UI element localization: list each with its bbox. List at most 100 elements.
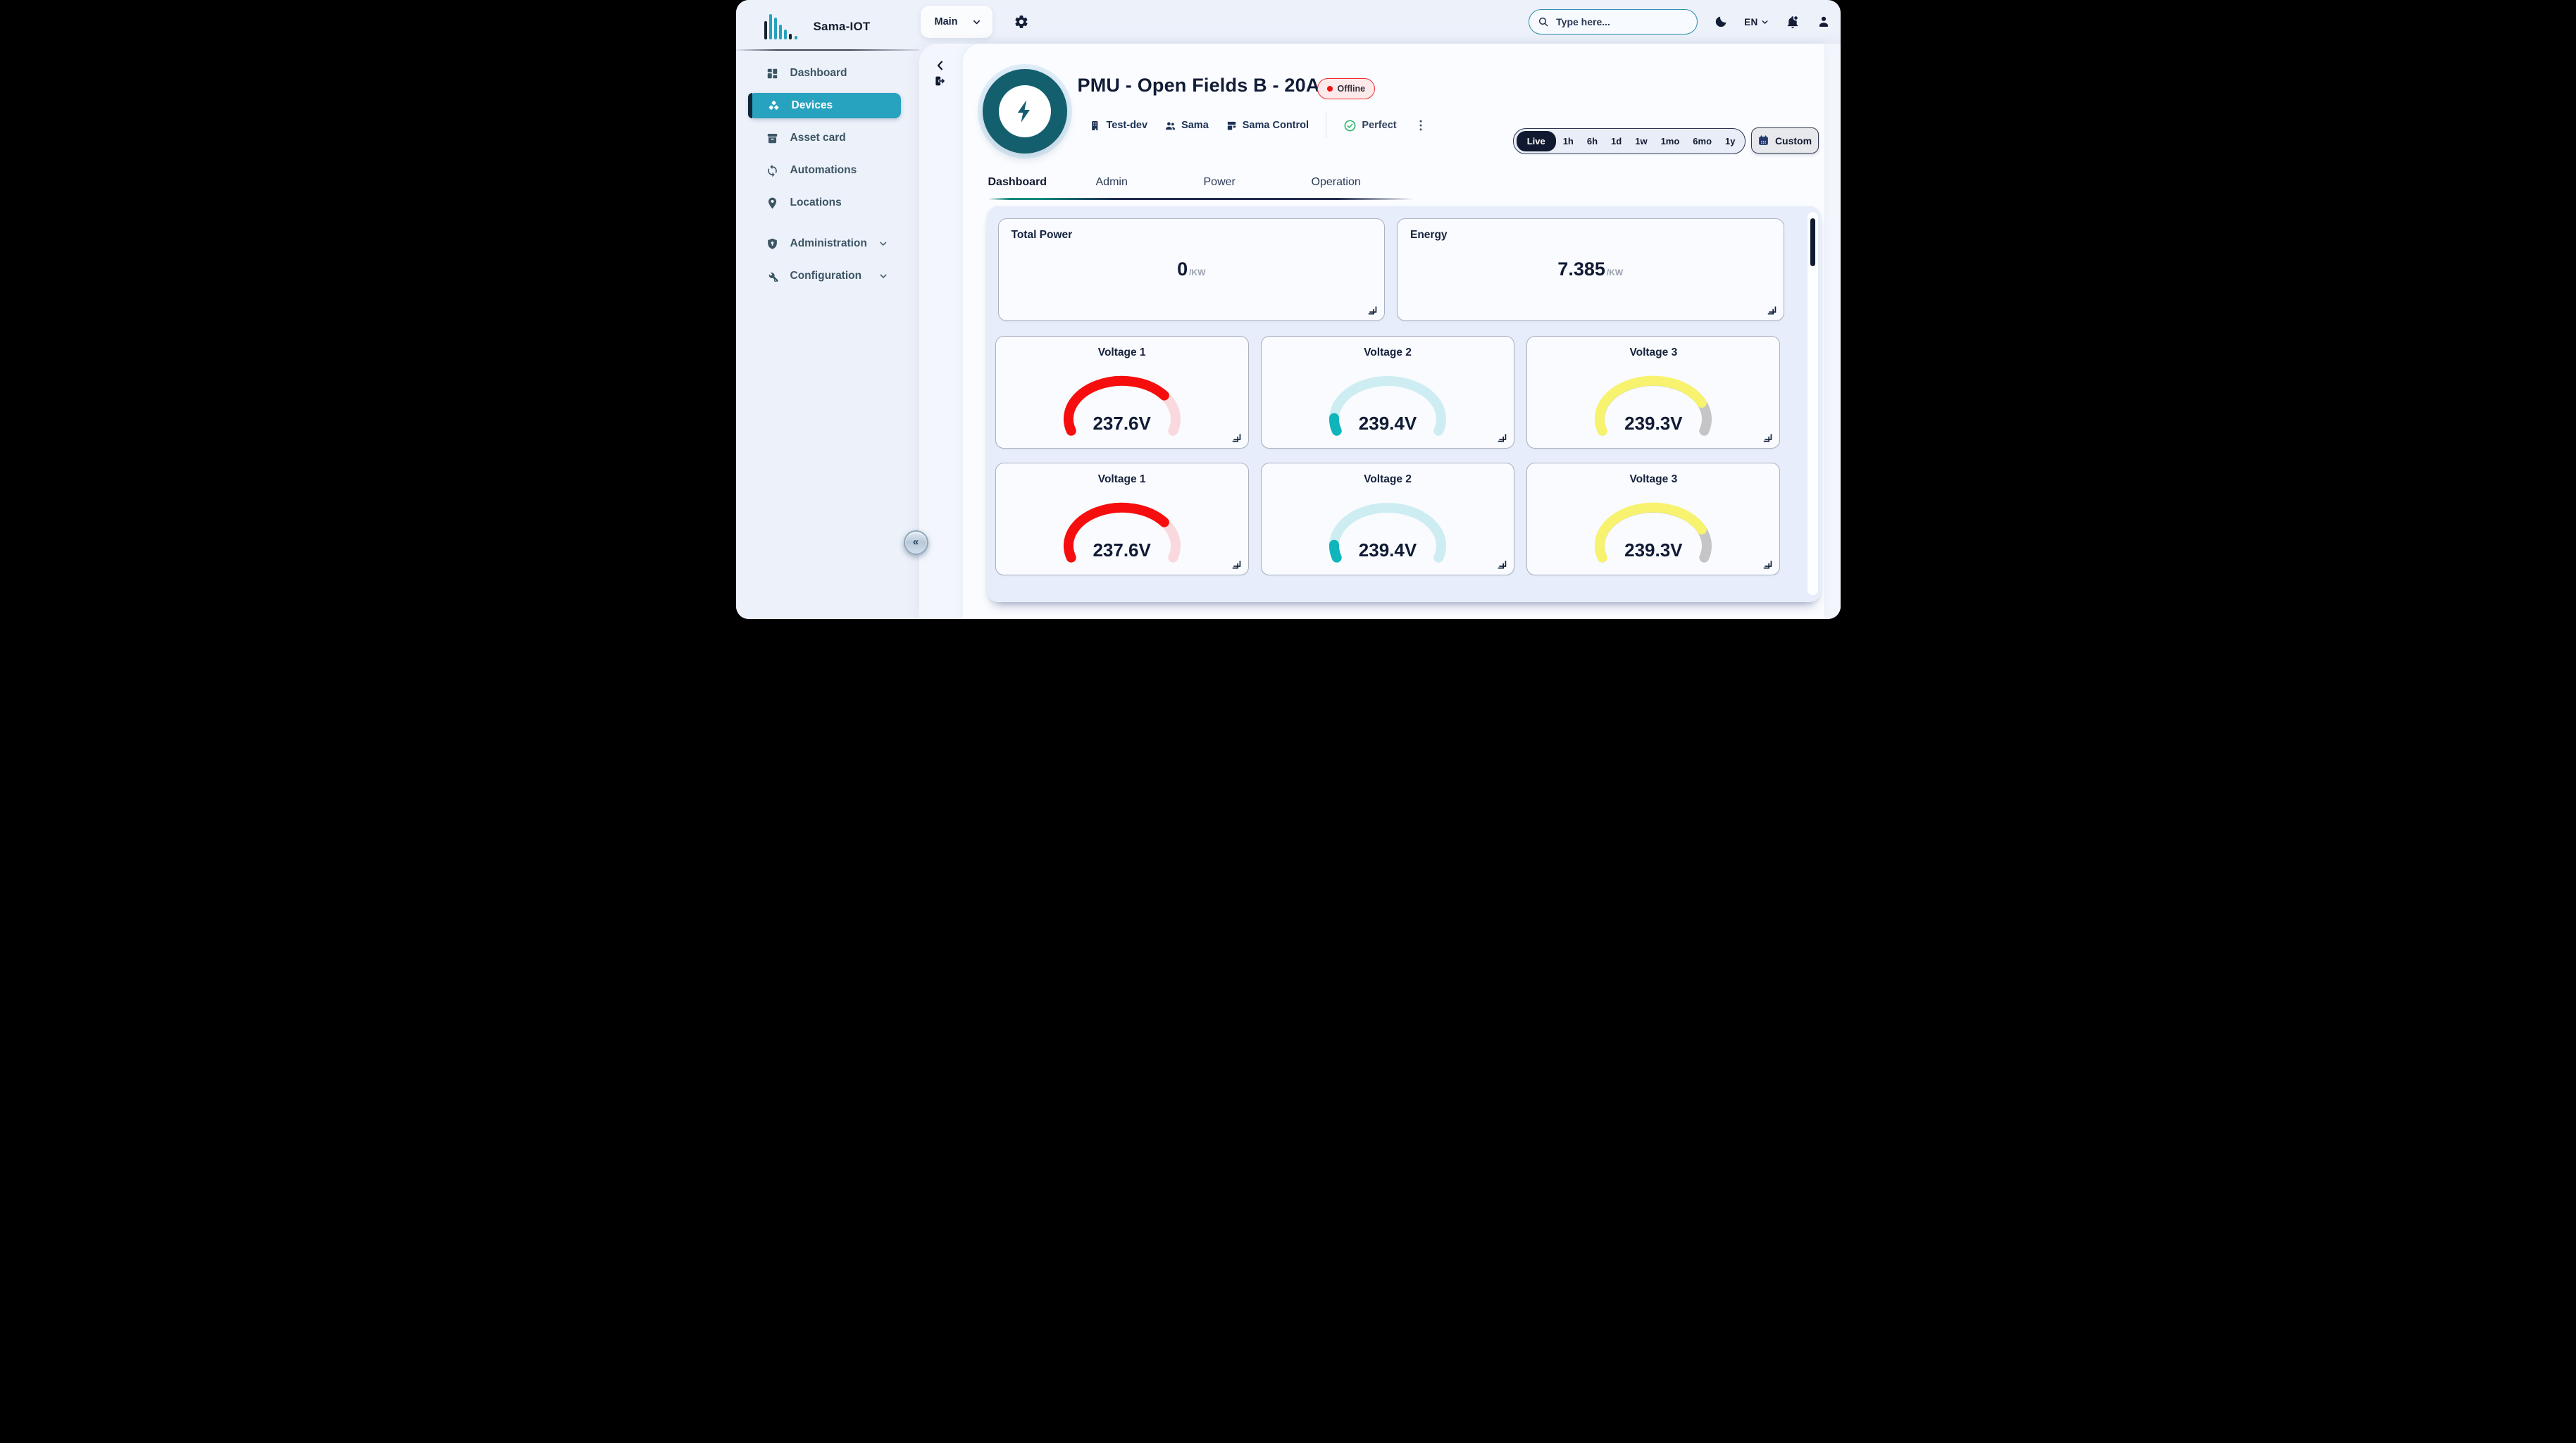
- card-title: Energy: [1410, 229, 1448, 242]
- gauge-value: 239.4V: [1262, 413, 1514, 435]
- sidebar-item-devices[interactable]: Devices: [749, 93, 901, 118]
- stat-value: 7.385/KW: [1398, 260, 1784, 279]
- gauge-card-voltage-1: Voltage 1237.6V: [995, 463, 1249, 575]
- sidebar-item-label: Administration: [790, 237, 867, 250]
- sidebar-item-label: Automations: [790, 164, 857, 177]
- configuration-icon: [766, 270, 779, 283]
- search-icon: [1538, 16, 1549, 27]
- corner-resize-icon[interactable]: [1498, 560, 1507, 569]
- device-meta-label: Sama: [1181, 120, 1209, 131]
- gauge-value: 237.6V: [996, 539, 1248, 561]
- device-meta-chip[interactable]: Sama: [1164, 120, 1209, 132]
- health-status: Perfect: [1343, 119, 1396, 132]
- gauge-card-voltage-2: Voltage 2239.4V: [1261, 463, 1514, 575]
- settings-gear-icon[interactable]: [1014, 14, 1029, 30]
- tab-admin[interactable]: Admin: [1096, 176, 1204, 189]
- sidebar-item-label: Asset card: [790, 132, 846, 144]
- workspace-dropdown[interactable]: Main: [921, 6, 993, 38]
- corner-resize-icon[interactable]: [1232, 433, 1241, 442]
- device-avatar: [983, 69, 1067, 154]
- devices-icon: [767, 99, 780, 113]
- corner-resize-icon[interactable]: [1767, 306, 1777, 315]
- sidebar-item-configuration[interactable]: Configuration: [736, 260, 919, 292]
- sidebar-item-label: Configuration: [790, 270, 862, 282]
- language-selector[interactable]: EN: [1744, 17, 1768, 27]
- corner-resize-icon[interactable]: [1763, 560, 1772, 569]
- gauge-card-voltage-3: Voltage 3 239.3V: [1526, 336, 1780, 449]
- building-icon: [1090, 120, 1102, 132]
- health-label: Perfect: [1362, 120, 1396, 131]
- time-range-1d[interactable]: 1d: [1605, 131, 1628, 151]
- kebab-menu-icon[interactable]: [1414, 118, 1428, 132]
- card-title: Total Power: [1012, 229, 1073, 242]
- logout-exit-icon[interactable]: [933, 75, 946, 87]
- sidebar-item-asset-card[interactable]: Asset card: [736, 122, 919, 154]
- corner-resize-icon[interactable]: [1498, 433, 1507, 442]
- device-meta-chip[interactable]: Sama Control: [1226, 120, 1309, 132]
- chevron-down-icon: [878, 271, 888, 281]
- sidebar-item-label: Devices: [792, 99, 833, 112]
- sidebar-item-administration[interactable]: Administration: [736, 227, 919, 260]
- tab-operation[interactable]: Operation: [1312, 176, 1419, 189]
- gauge-row: Voltage 1 237.6V Voltage 2 239.4V Voltage 3 2…: [995, 336, 1781, 449]
- gauge-row: Voltage 1237.6VVoltage 2239.4VVoltage 32…: [995, 463, 1781, 575]
- chevron-down-icon: [878, 239, 888, 249]
- gauge-card-voltage-3: Voltage 3239.3V: [1526, 463, 1780, 575]
- custom-range-button[interactable]: Custom: [1751, 127, 1819, 154]
- stat-card-energy: Energy 7.385/KW: [1397, 218, 1784, 321]
- time-range-1y[interactable]: 1y: [1719, 131, 1741, 151]
- search-input[interactable]: [1555, 15, 1688, 28]
- card-title: Voltage 3: [1527, 346, 1779, 359]
- device-meta-label: Sama Control: [1243, 120, 1309, 131]
- content-panel: PMU - Open Fields B - 20A Offline Test-d…: [919, 44, 1841, 619]
- device-meta-label: Test-dev: [1107, 120, 1148, 131]
- check-circle-icon: [1343, 119, 1357, 132]
- time-range-6mo[interactable]: 6mo: [1686, 131, 1718, 151]
- scrollbar-thumb[interactable]: [1810, 218, 1815, 266]
- time-range-6h[interactable]: 6h: [1581, 131, 1604, 151]
- scrollbar-track[interactable]: [1807, 212, 1818, 595]
- tab-dashboard[interactable]: Dashboard: [988, 176, 1096, 189]
- sidebar-item-dashboard[interactable]: Dashboard: [736, 57, 919, 89]
- layout-icon: [1226, 120, 1238, 132]
- tab-power[interactable]: Power: [1204, 176, 1312, 189]
- offline-dot-icon: [1327, 86, 1333, 92]
- device-meta-chip[interactable]: Test-dev: [1090, 120, 1148, 132]
- dashboard-section: Total Power0/KWEnergy7.385/KW Voltage 12…: [987, 206, 1821, 602]
- sidebar-item-locations[interactable]: Locations: [736, 187, 919, 219]
- time-range-live[interactable]: Live: [1517, 131, 1556, 151]
- stat-card-total-power: Total Power0/KW: [998, 218, 1386, 321]
- gauge-value: 239.3V: [1527, 413, 1779, 435]
- corner-resize-icon[interactable]: [1232, 560, 1241, 569]
- gauge-value: 239.4V: [1262, 539, 1514, 561]
- corner-resize-icon[interactable]: [1368, 306, 1377, 315]
- corner-resize-icon[interactable]: [1763, 433, 1772, 442]
- user-profile-icon[interactable]: [1817, 15, 1831, 29]
- card-title: Voltage 2: [1262, 346, 1514, 359]
- page-title: PMU - Open Fields B - 20A: [1078, 75, 1320, 96]
- time-range-1mo[interactable]: 1mo: [1655, 131, 1686, 151]
- device-tabs: DashboardAdminPowerOperation: [988, 176, 1419, 189]
- custom-range-label: Custom: [1775, 135, 1812, 146]
- brand-logo: Sama-IOT: [736, 0, 919, 49]
- sidebar-collapse-button[interactable]: «: [904, 530, 928, 555]
- device-page-card: PMU - Open Fields B - 20A Offline Test-d…: [962, 44, 1824, 619]
- time-range-1w[interactable]: 1w: [1629, 131, 1653, 151]
- gauge-card-voltage-2: Voltage 2 239.4V: [1261, 336, 1514, 449]
- automations-icon: [766, 164, 779, 177]
- chevron-left-icon[interactable]: [934, 59, 947, 72]
- notifications-bell-icon[interactable]: [1785, 14, 1800, 30]
- administration-icon: [766, 237, 779, 251]
- chevron-down-icon: [1761, 18, 1769, 26]
- lightning-bolt-icon: [999, 85, 1051, 137]
- asset-icon: [766, 132, 779, 145]
- card-title: Voltage 1: [996, 346, 1248, 359]
- global-search[interactable]: [1529, 9, 1698, 35]
- topbar-right-cluster: EN: [1529, 9, 1830, 35]
- chevron-down-icon: [972, 18, 981, 27]
- card-title: Voltage 3: [1527, 473, 1779, 486]
- sidebar-item-automations[interactable]: Automations: [736, 154, 919, 187]
- time-range-1h[interactable]: 1h: [1557, 131, 1580, 151]
- gauge-value: 237.6V: [996, 413, 1248, 435]
- dark-mode-moon-icon[interactable]: [1714, 15, 1728, 29]
